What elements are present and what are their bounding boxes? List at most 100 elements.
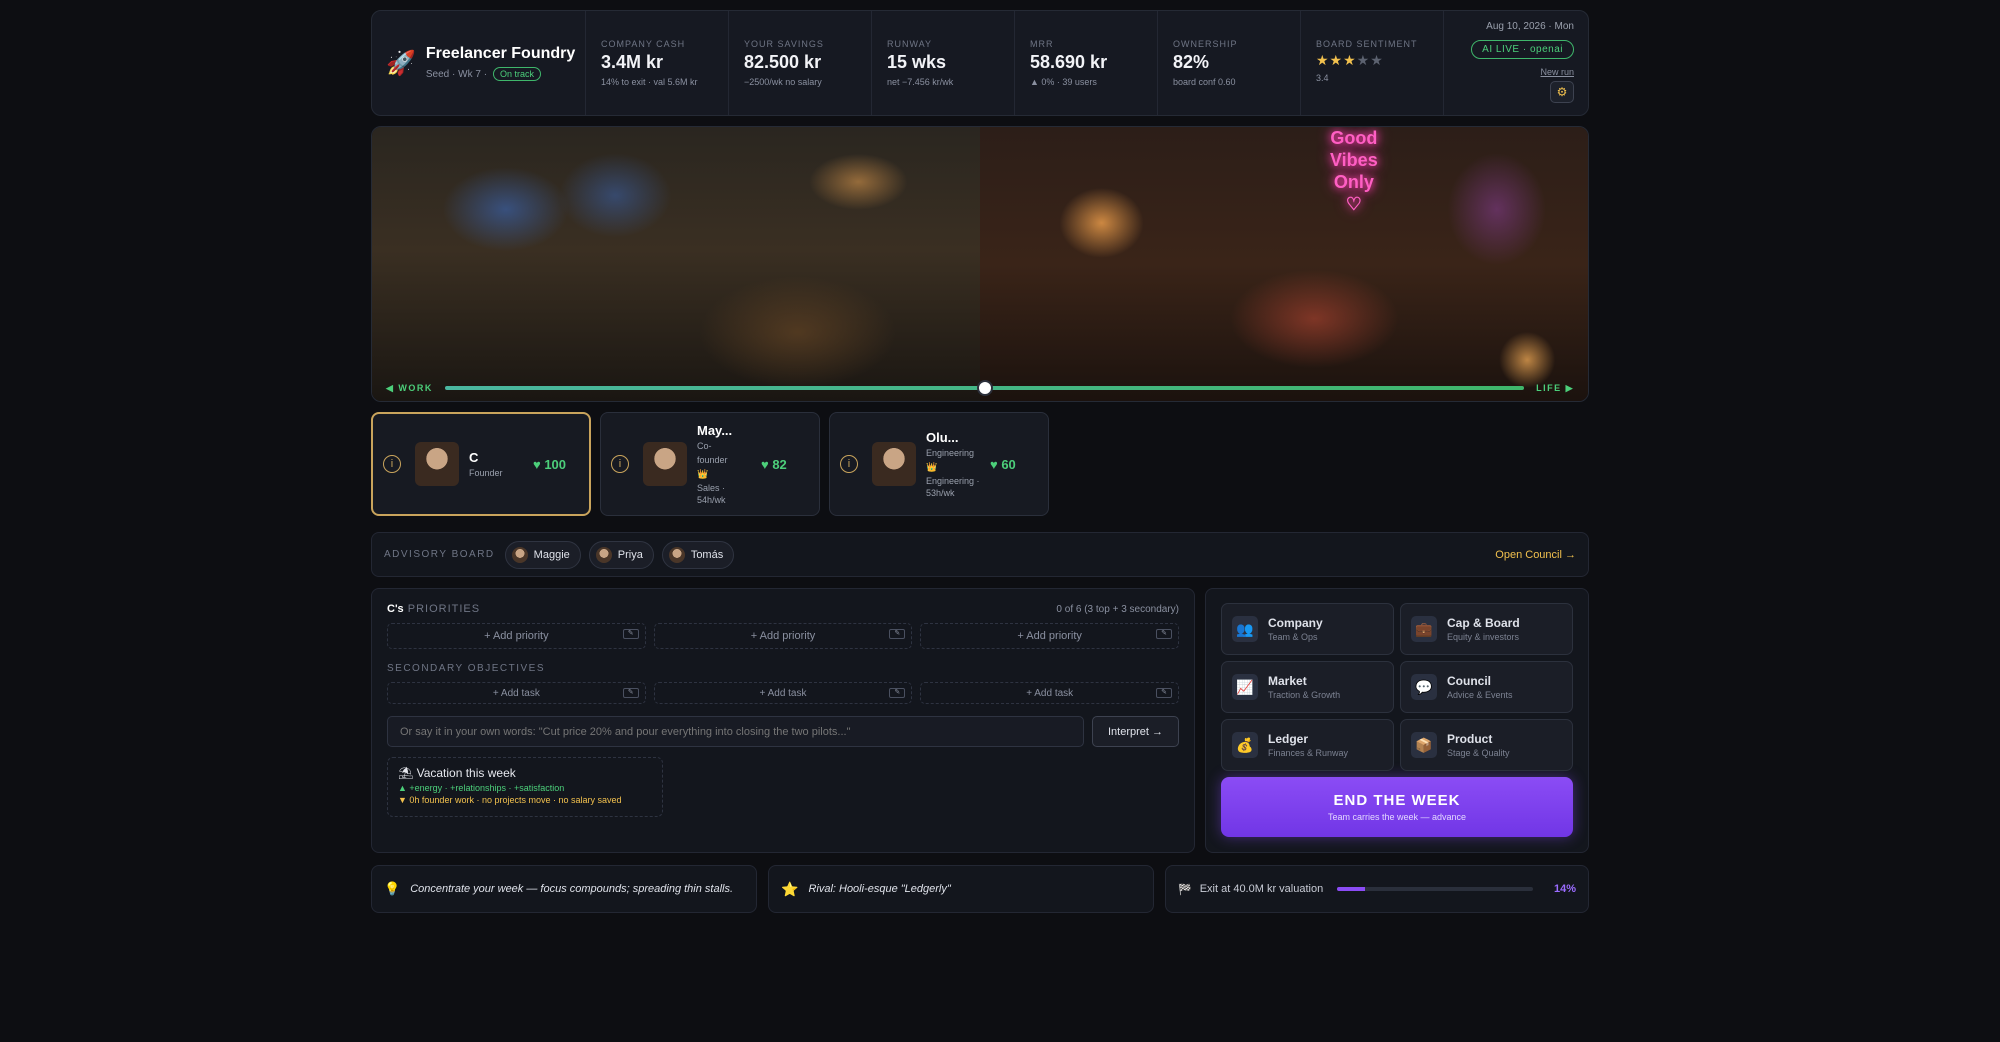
- action-title: Ledger: [1268, 732, 1309, 746]
- slider-track[interactable]: [444, 380, 1525, 396]
- stat-mrr: MRR 58.690 kr ▲ 0% · 39 users: [1015, 11, 1158, 115]
- stat-value: 82.500 kr: [744, 52, 822, 72]
- council-button[interactable]: 💬 Council Advice & Events: [1400, 661, 1573, 713]
- gear-icon: ⚙: [1556, 85, 1568, 99]
- work-life-scene: Good Vibes Only ♡ ◀ WORK LIFE ▶: [371, 126, 1589, 402]
- energy-value: ♥ 100: [533, 456, 567, 472]
- company-name: Freelancer Foundry: [425, 45, 576, 62]
- action-title: Cap & Board: [1447, 616, 1520, 630]
- intent-input[interactable]: [387, 716, 1084, 747]
- vacation-title-text: Vacation this week: [416, 766, 516, 780]
- member-workload: Sales · 54h/wk: [697, 482, 726, 505]
- edit-icon[interactable]: ✎: [622, 688, 639, 698]
- member-role: Co-: [697, 440, 712, 451]
- add-priority-slot[interactable]: + Add priority ✎: [653, 623, 913, 649]
- neon-line: Vibes: [1330, 150, 1378, 170]
- add-task-slot[interactable]: + Add task ✎: [387, 682, 646, 704]
- priority-slots: + Add priority ✎ + Add priority ✎ + Add pr…: [387, 623, 1180, 649]
- member-workload: Engineering · 53h/wk: [926, 475, 980, 498]
- open-council-link[interactable]: Open Council →: [1495, 549, 1576, 561]
- avatar: [511, 546, 528, 563]
- edit-icon[interactable]: ✎: [889, 629, 906, 639]
- add-task-slot[interactable]: + Add task ✎: [653, 682, 913, 704]
- tip-text: Concentrate your week — focus compounds;…: [410, 883, 734, 895]
- stat-sub: −2500/wk no salary: [744, 77, 822, 87]
- work-label: ◀ WORK: [386, 382, 433, 393]
- energy-value: ♥ 82: [761, 456, 787, 472]
- status-header: 🚀 Freelancer Foundry Seed · Wk 7 · On tr…: [371, 10, 1589, 116]
- stage-text: Seed · Wk 7 ·: [425, 68, 488, 80]
- add-task-slot[interactable]: + Add task ✎: [920, 682, 1180, 704]
- header-right: Aug 10, 2026 · Mon AI LIVE · openai New …: [1444, 11, 1588, 115]
- edit-icon[interactable]: ✎: [1156, 629, 1173, 639]
- avatar: [595, 546, 612, 563]
- info-icon[interactable]: i: [840, 455, 858, 473]
- advisor-chip[interactable]: Tomás: [661, 540, 735, 569]
- tip-card: 💡 Concentrate your week — focus compound…: [371, 865, 757, 913]
- company-button[interactable]: 👥 Company Team & Ops: [1221, 603, 1394, 655]
- advisor-chip[interactable]: Maggie: [504, 540, 581, 569]
- add-priority-slot[interactable]: + Add priority ✎: [387, 623, 646, 649]
- action-sub: Stage & Quality: [1447, 748, 1510, 758]
- beach-icon: ⛱: [398, 766, 414, 780]
- priorities-title: C's PRIORITIES: [387, 603, 480, 615]
- team-card-engineer[interactable]: i Olu... Engineering 👑 Engineering · 53h…: [829, 412, 1049, 516]
- advisor-chip[interactable]: Priya: [588, 540, 654, 569]
- exit-progress-fill: [1337, 887, 1365, 891]
- avatar: [643, 442, 687, 486]
- stat-value: 58.690 kr: [1030, 52, 1108, 72]
- new-run-link[interactable]: New run: [1540, 67, 1574, 77]
- ledger-button[interactable]: 💰 Ledger Finances & Runway: [1221, 719, 1394, 771]
- advisor-name: Maggie: [533, 548, 570, 561]
- vacation-option[interactable]: ⛱ Vacation this week ▲ +energy · +relati…: [387, 757, 663, 817]
- brand: 🚀 Freelancer Foundry Seed · Wk 7 · On tr…: [372, 11, 586, 115]
- avatar: [668, 546, 685, 563]
- exit-goal-card: 🏁 Exit at 40.0M kr valuation 14%: [1165, 865, 1589, 913]
- end-week-button[interactable]: END THE WEEK Team carries the week — adv…: [1221, 777, 1573, 837]
- stat-sub: board conf 0.60: [1173, 77, 1236, 87]
- stage-info: Seed · Wk 7 · On track: [426, 67, 575, 81]
- member-info: Olu... Engineering 👑 Engineering · 53h/w…: [926, 430, 982, 499]
- game-date: Aug 10, 2026 · Mon: [1486, 21, 1574, 32]
- stat-sub: 14% to exit · val 5.6M kr: [601, 77, 698, 87]
- info-icon[interactable]: i: [383, 455, 401, 473]
- member-name: C: [469, 449, 479, 465]
- stat-label: MRR: [1030, 39, 1054, 49]
- stat-label: BOARD SENTIMENT: [1316, 39, 1418, 49]
- add-task-label: + Add task: [759, 687, 807, 699]
- priorities-count: 0 of 6 (3 top + 3 secondary): [1056, 603, 1179, 615]
- advisor-name: Tomás: [690, 548, 724, 561]
- info-icon[interactable]: i: [611, 455, 629, 473]
- stat-ownership: OWNERSHIP 82% board conf 0.60: [1158, 11, 1301, 115]
- product-button[interactable]: 📦 Product Stage & Quality: [1400, 719, 1573, 771]
- priorities-header: C's PRIORITIES 0 of 6 (3 top + 3 seconda…: [387, 603, 1179, 615]
- checkered-flag-icon: 🏁: [1178, 883, 1192, 896]
- end-week-sub: Team carries the week — advance: [1327, 812, 1467, 822]
- interpret-button[interactable]: Interpret →: [1092, 716, 1179, 747]
- cap-board-button[interactable]: 💼 Cap & Board Equity & investors: [1400, 603, 1573, 655]
- team-card-cofounder[interactable]: i May... Co- founder 👑 Sales · 54h/wk ♥ …: [600, 412, 820, 516]
- edit-icon[interactable]: ✎: [889, 688, 906, 698]
- settings-button[interactable]: ⚙: [1550, 81, 1574, 103]
- stat-company-cash: COMPANY CASH 3.4M kr 14% to exit · val 5…: [586, 11, 729, 115]
- rival-text: Rival: Hooli-esque "Ledgerly": [808, 883, 951, 895]
- slider-thumb[interactable]: [976, 380, 993, 396]
- edit-icon[interactable]: ✎: [622, 629, 639, 639]
- natural-language-row: Interpret →: [387, 716, 1179, 747]
- stat-value: 3.4M kr: [601, 52, 664, 72]
- app-root: 🚀 Freelancer Foundry Seed · Wk 7 · On tr…: [371, 10, 1589, 913]
- stat-value: 15 wks: [887, 52, 947, 72]
- market-button[interactable]: 📈 Market Traction & Growth: [1221, 661, 1394, 713]
- briefcase-icon: 💼: [1411, 616, 1437, 642]
- neon-sign: Good Vibes Only ♡: [1330, 127, 1378, 215]
- secondary-objectives-label: SECONDARY OBJECTIVES: [387, 663, 545, 674]
- neon-line: Only: [1333, 172, 1374, 192]
- team-card-founder[interactable]: i C Founder ♥ 100: [371, 412, 591, 516]
- edit-icon[interactable]: ✎: [1156, 688, 1173, 698]
- star-icon: ★★★: [1316, 52, 1357, 68]
- chart-icon: 📈: [1232, 674, 1258, 700]
- add-priority-slot[interactable]: + Add priority ✎: [920, 623, 1180, 649]
- task-slots: + Add task ✎ + Add task ✎ + Add task ✎: [387, 682, 1180, 704]
- member-name: May...: [697, 422, 733, 438]
- heart-icon: ♡: [1345, 194, 1362, 214]
